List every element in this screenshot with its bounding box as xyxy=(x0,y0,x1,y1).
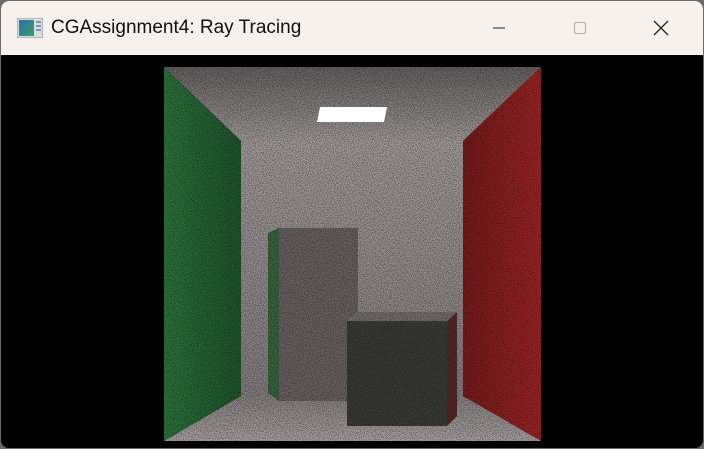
app-window-icon xyxy=(17,18,43,38)
window-title: CGAssignment4: Ray Tracing xyxy=(51,17,302,38)
render-noise xyxy=(164,67,541,441)
app-window: CGAssignment4: Ray Tracing xyxy=(1,1,703,448)
render-viewport xyxy=(1,55,703,448)
maximize-button[interactable] xyxy=(557,9,603,47)
close-icon xyxy=(653,20,669,36)
maximize-icon xyxy=(574,22,586,34)
area-light xyxy=(317,107,387,122)
minimize-icon xyxy=(493,27,505,29)
title-bar[interactable]: CGAssignment4: Ray Tracing xyxy=(1,1,703,55)
ray-traced-cornell-box xyxy=(164,67,541,441)
close-button[interactable] xyxy=(638,9,684,47)
minimize-button[interactable] xyxy=(476,9,522,47)
